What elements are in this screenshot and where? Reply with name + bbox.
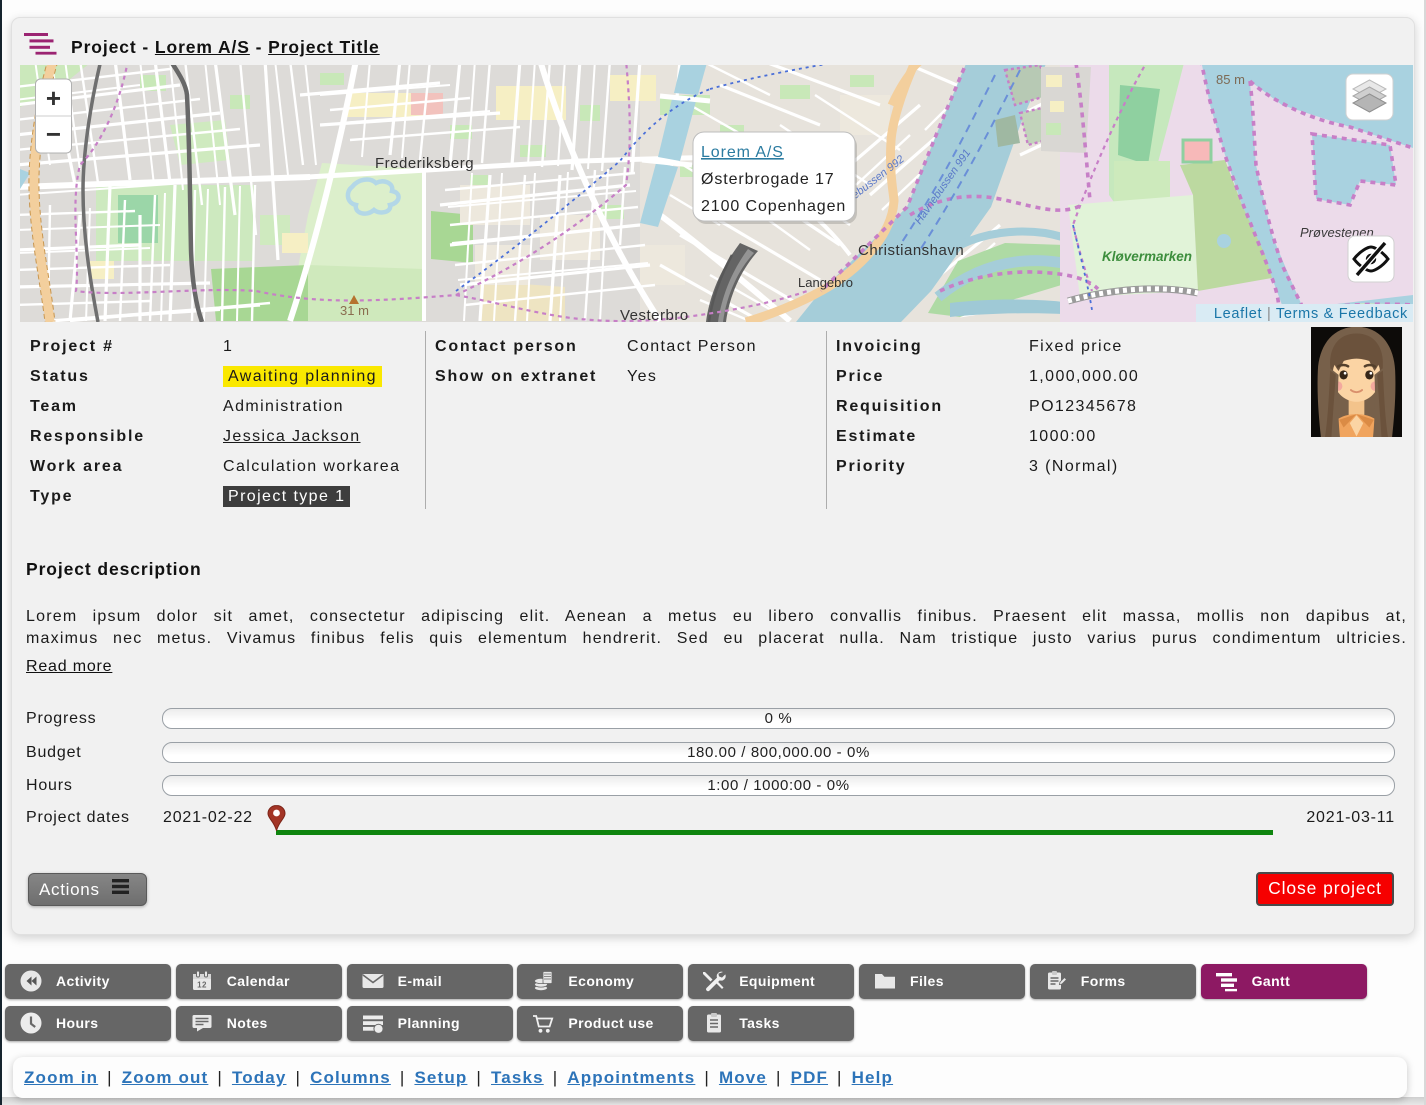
svg-text:12: 12 — [197, 981, 207, 990]
